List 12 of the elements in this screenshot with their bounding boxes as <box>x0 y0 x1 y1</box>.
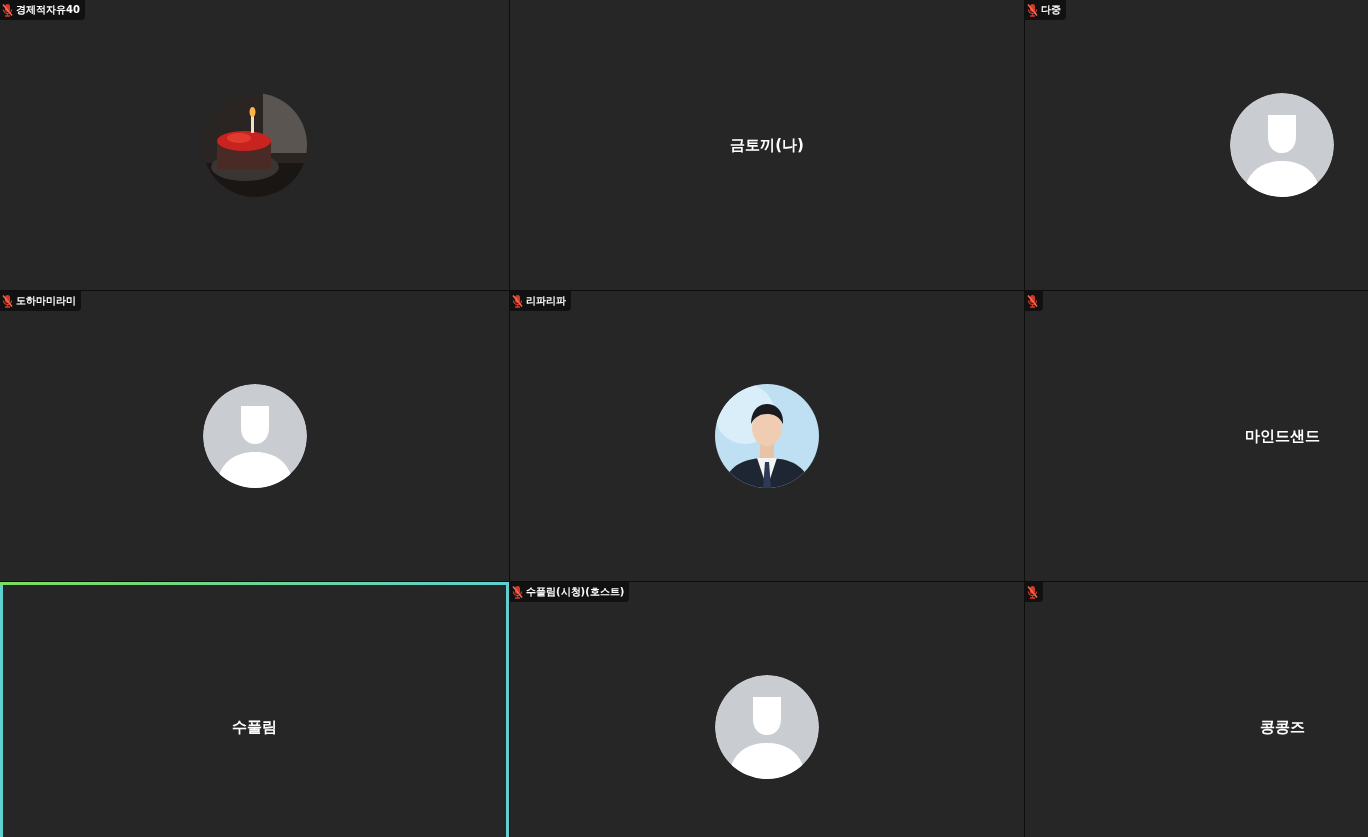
participant-name: 금토끼(나) <box>730 135 804 155</box>
participant-name: 다중 <box>1041 3 1061 17</box>
participant-name: 수풀림 <box>232 717 277 737</box>
default-avatar-icon <box>715 675 819 779</box>
default-avatar-icon <box>1230 93 1334 197</box>
default-avatar-icon <box>202 384 307 488</box>
participant-name: 콩콩즈 <box>1259 717 1305 737</box>
participant-name: 마인드샌드 <box>1244 426 1320 446</box>
participant-name: 수풀림(시청)(호스트) <box>526 585 625 599</box>
participant-name: 리파리파 <box>526 294 566 308</box>
participant-name: 도하마미라미 <box>16 294 76 308</box>
participant-name: 경제적자유40 <box>16 3 80 17</box>
